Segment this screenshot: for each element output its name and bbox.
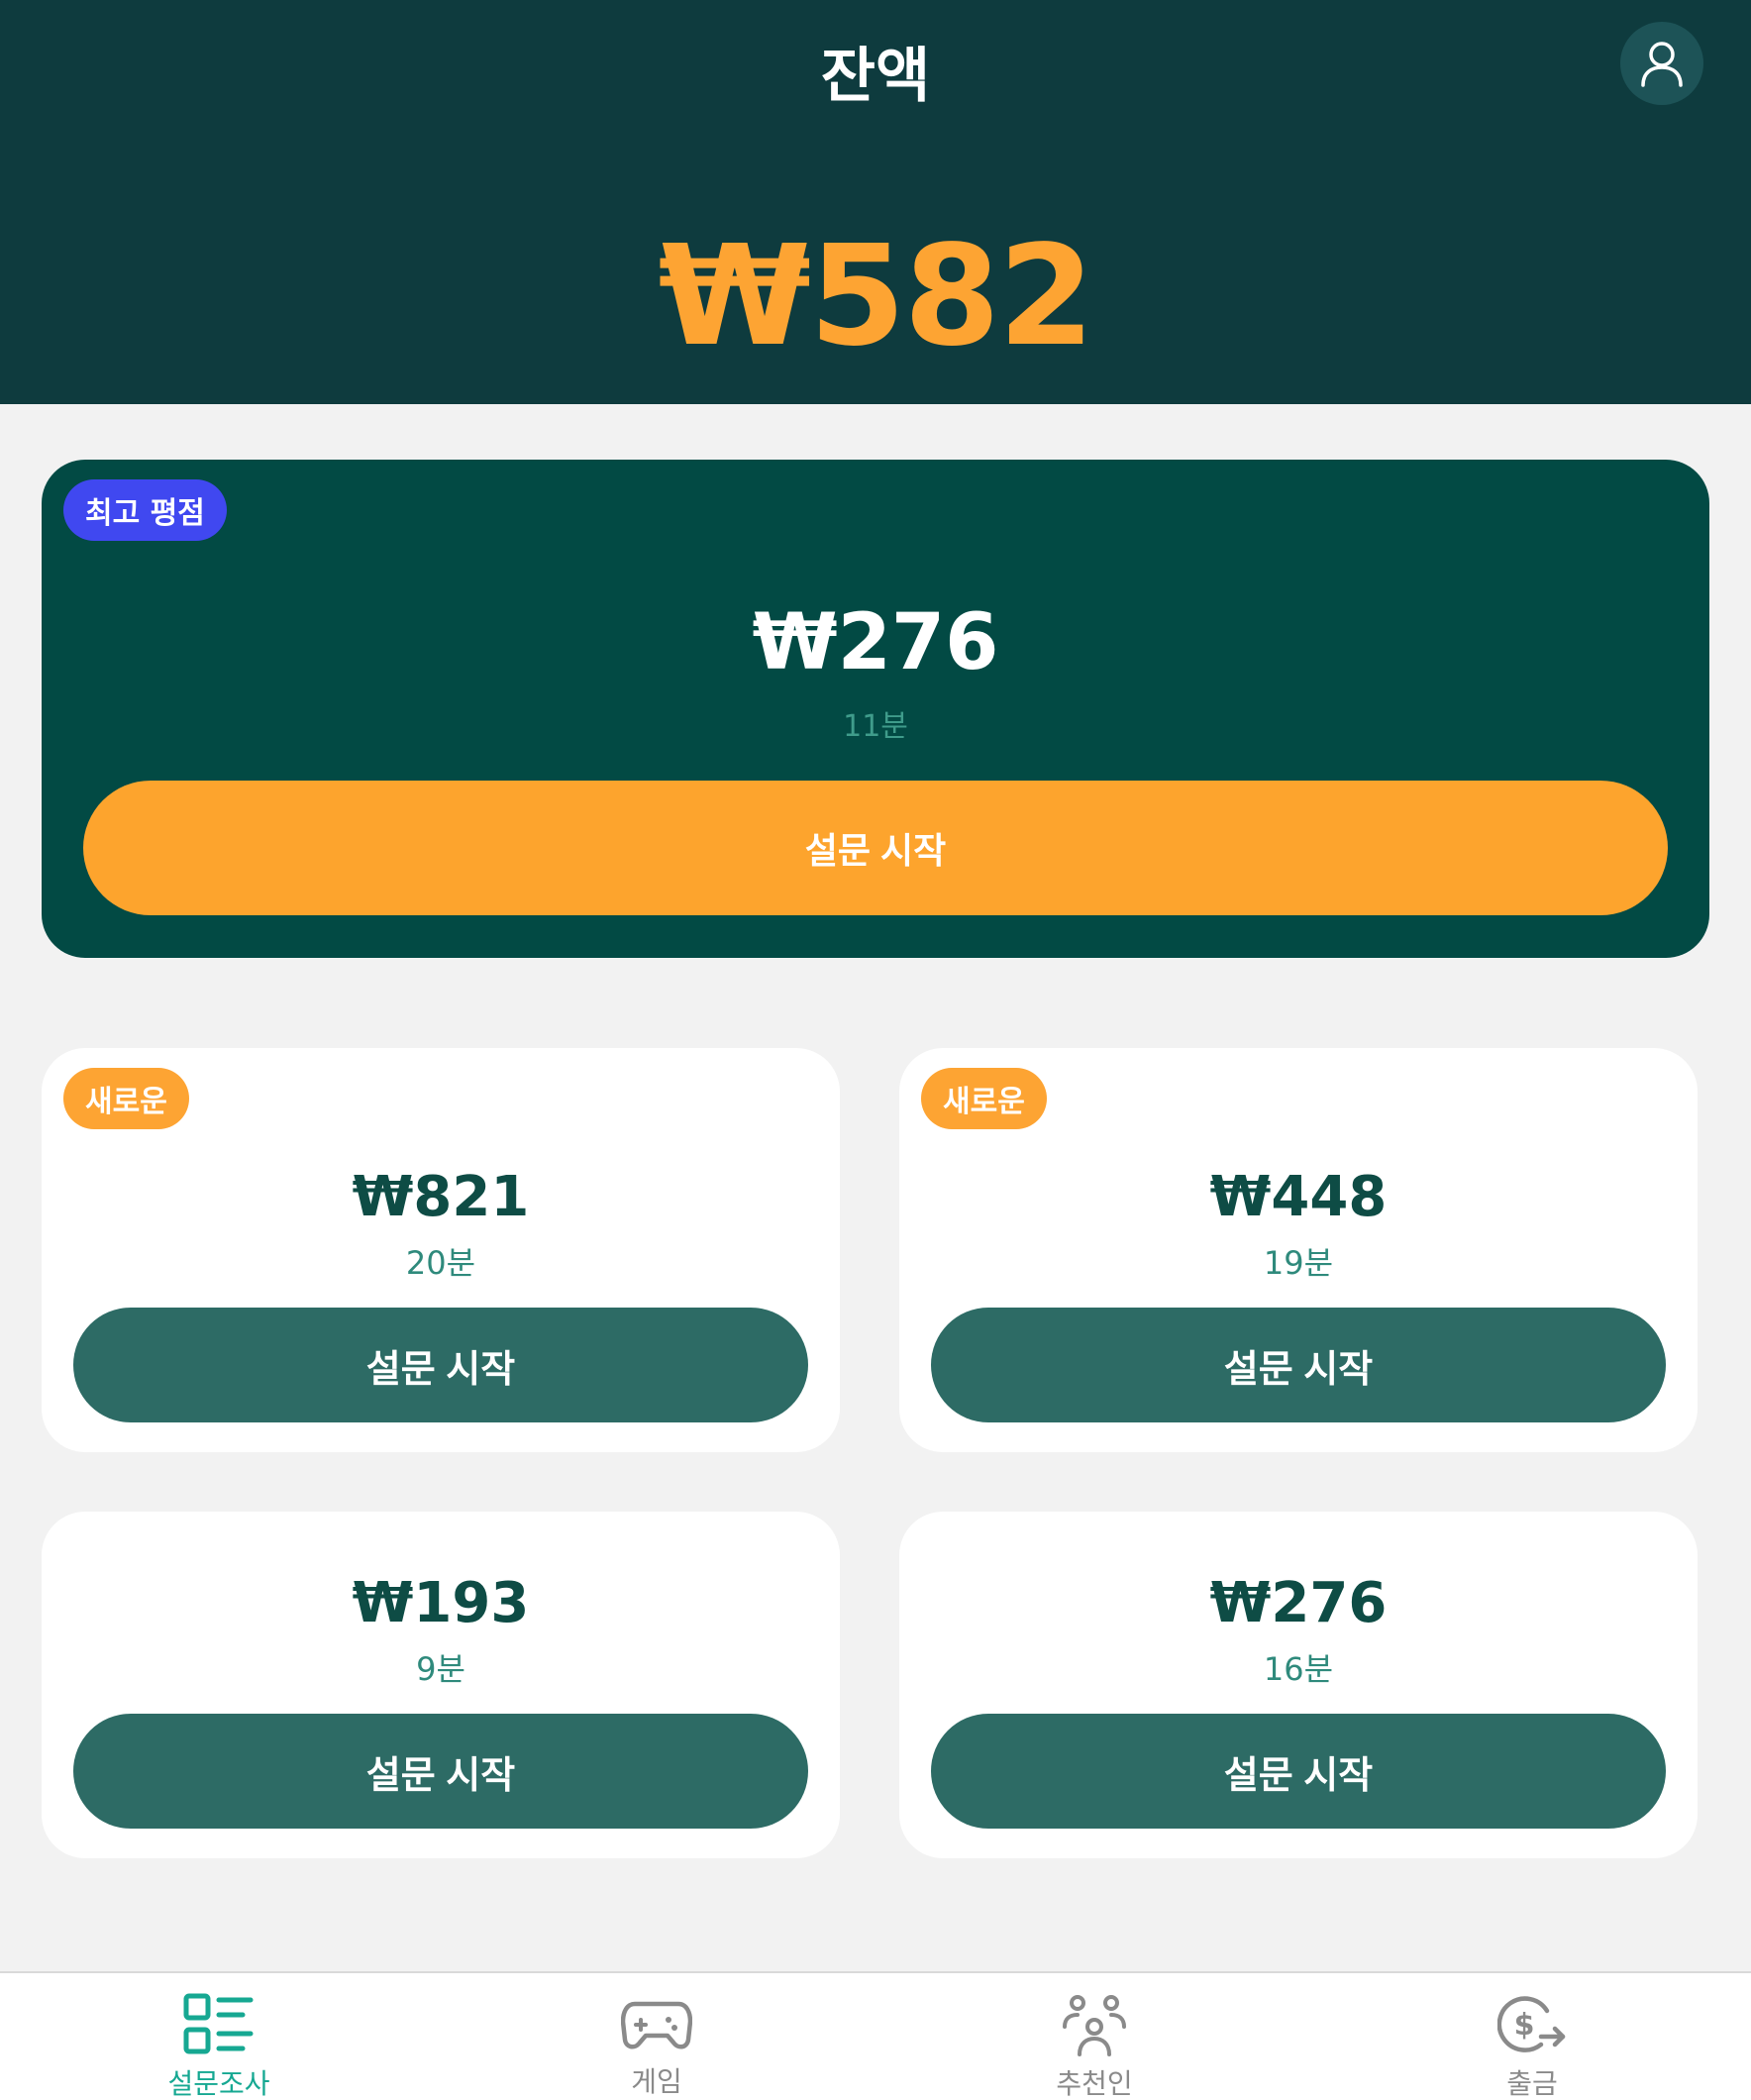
page-title: 잔액 — [820, 42, 931, 111]
survey-card: ₩276 16분 설문 시작 — [899, 1512, 1698, 1858]
profile-button[interactable] — [1620, 22, 1703, 105]
survey-reward: ₩193 — [352, 1571, 530, 1635]
top-rated-badge: 최고 평점 — [63, 479, 227, 541]
nav-item-referrals[interactable]: 추천인 — [876, 1973, 1313, 2100]
nav-label: 출금 — [1506, 2067, 1558, 2100]
nav-label: 게임 — [631, 2065, 682, 2098]
nav-label: 추천인 — [1056, 2067, 1133, 2100]
start-survey-button[interactable]: 설문 시작 — [931, 1714, 1666, 1829]
app-root: 잔액 ₩582 최고 평점 ₩276 11분 설문 시작 새로운 ₩821 20… — [0, 0, 1751, 2100]
referral-people-icon — [1058, 1993, 1131, 2056]
featured-survey-card: 최고 평점 ₩276 11분 설문 시작 — [42, 460, 1709, 958]
survey-card: 새로운 ₩448 19분 설문 시작 — [899, 1048, 1698, 1452]
survey-reward: ₩276 — [752, 598, 999, 687]
survey-reward: ₩276 — [1209, 1571, 1388, 1635]
bottom-nav: 설문조사 게임 추천인 $ 출금 — [0, 1971, 1751, 2100]
start-survey-button[interactable]: 설문 시작 — [73, 1308, 808, 1422]
survey-card: 새로운 ₩821 20분 설문 시작 — [42, 1048, 840, 1452]
survey-duration: 20분 — [405, 1244, 476, 1282]
nav-item-games[interactable]: 게임 — [438, 1973, 876, 2100]
survey-reward: ₩448 — [1209, 1165, 1388, 1229]
balance-header: 잔액 ₩582 — [0, 0, 1751, 404]
nav-item-surveys[interactable]: 설문조사 — [0, 1973, 438, 2100]
nav-label: 설문조사 — [167, 2067, 270, 2100]
start-survey-button[interactable]: 설문 시작 — [73, 1714, 808, 1829]
new-badge: 새로운 — [63, 1068, 189, 1129]
gamepad-icon — [620, 1993, 693, 2054]
svg-text:$: $ — [1514, 2008, 1535, 2043]
user-icon — [1641, 42, 1683, 87]
survey-duration: 11분 — [843, 709, 908, 744]
survey-duration: 16분 — [1263, 1650, 1334, 1688]
survey-duration: 19분 — [1263, 1244, 1334, 1282]
survey-card: ₩193 9분 설문 시작 — [42, 1512, 840, 1858]
survey-duration: 9분 — [416, 1650, 465, 1688]
survey-reward: ₩821 — [352, 1165, 530, 1229]
new-badge: 새로운 — [921, 1068, 1047, 1129]
balance-amount: ₩582 — [658, 216, 1095, 377]
start-survey-button[interactable]: 설문 시작 — [83, 781, 1668, 915]
withdraw-dollar-icon: $ — [1495, 1993, 1569, 2056]
survey-list-icon — [182, 1993, 256, 2056]
nav-item-withdraw[interactable]: $ 출금 — [1313, 1973, 1751, 2100]
start-survey-button[interactable]: 설문 시작 — [931, 1308, 1666, 1422]
